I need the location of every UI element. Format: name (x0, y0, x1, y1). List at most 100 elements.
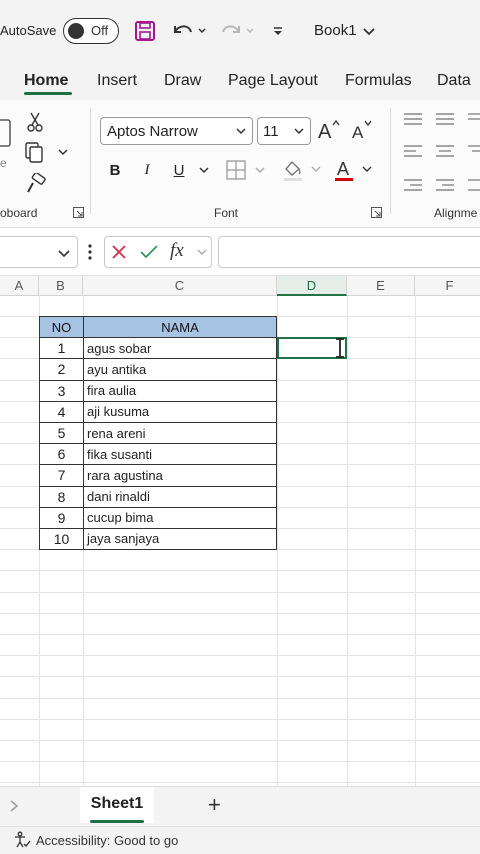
autosave-toggle[interactable]: Off (63, 18, 119, 44)
cell-nama[interactable]: dani rinaldi (83, 485, 277, 508)
cell-no[interactable]: 7 (39, 464, 84, 487)
worksheet-grid[interactable]: A B C D E F NO NAMA 1 agus sobar 2 ayu anti… (0, 276, 480, 786)
header-no[interactable]: NO (39, 315, 84, 339)
table-row: 10 jaya sanjaya (39, 527, 277, 551)
cell-no[interactable]: 9 (39, 506, 84, 529)
row-gridline (0, 761, 480, 762)
fill-color-icon[interactable] (280, 156, 324, 184)
cancel-icon[interactable] (108, 240, 130, 264)
more-options-icon[interactable] (84, 240, 96, 264)
workbook-title[interactable]: Book1 (314, 22, 357, 39)
cell-nama[interactable]: rara agustina (83, 464, 277, 487)
font-name-value: Aptos Narrow (107, 123, 198, 140)
column-header-c[interactable]: C (83, 276, 277, 296)
font-color-icon[interactable]: A (330, 156, 374, 184)
cell-nama[interactable]: rena areni (83, 421, 277, 445)
accessibility-icon[interactable] (12, 830, 32, 850)
text-cursor-icon (333, 338, 347, 363)
add-sheet-button[interactable]: + (208, 792, 221, 818)
table-row: 9 cucup bima (39, 506, 277, 529)
italic-button[interactable]: I (136, 158, 158, 182)
table-body: 1 agus sobar 2 ayu antika 3 fira aulia 4 aji ku… (39, 337, 277, 551)
active-tab-indicator (24, 92, 72, 95)
decrease-font-size-icon[interactable]: A (350, 116, 376, 144)
font-launcher-icon[interactable] (370, 206, 382, 218)
borders-icon[interactable] (224, 158, 268, 182)
col-gridline (415, 296, 416, 786)
font-group-label: Font (214, 206, 239, 220)
table-row: 4 aji kusuma (39, 400, 277, 423)
increase-font-size-icon[interactable]: A (316, 116, 342, 144)
clipboard-group-label: oboard (0, 206, 38, 220)
cell-no[interactable]: 1 (39, 337, 84, 360)
chevron-down-icon[interactable] (360, 18, 378, 44)
bold-button[interactable]: B (104, 158, 126, 182)
save-icon[interactable] (132, 18, 158, 44)
autosave-label: AutoSave (0, 23, 57, 38)
column-header-b[interactable]: B (39, 276, 83, 296)
redo-icon[interactable] (216, 18, 258, 44)
cell-nama[interactable]: agus sobar (83, 337, 277, 360)
cell-nama[interactable]: fira aulia (83, 379, 277, 402)
undo-icon[interactable] (168, 18, 210, 44)
autosave-state: Off (91, 23, 109, 38)
cell-no[interactable]: 2 (39, 358, 84, 381)
row-gridline (0, 592, 480, 593)
cell-nama[interactable]: jaya sanjaya (83, 527, 277, 551)
column-header-a[interactable]: A (0, 276, 39, 296)
tab-insert[interactable]: Insert (97, 72, 137, 90)
chevron-down-icon[interactable] (196, 160, 212, 180)
column-header-d[interactable]: D (277, 276, 347, 296)
customize-toolbar-icon[interactable] (268, 18, 288, 44)
table-row: 3 fira aulia (39, 379, 277, 402)
cell-no[interactable]: 5 (39, 421, 84, 445)
alignment-group-label: Alignme (434, 206, 478, 220)
chevron-down-icon[interactable] (194, 244, 210, 260)
cell-no[interactable]: 6 (39, 443, 84, 466)
font-size-select[interactable]: 11 (257, 117, 311, 145)
header-nama[interactable]: NAMA (83, 315, 277, 339)
tab-page-layout[interactable]: Page Layout (228, 72, 318, 90)
sheet-tab-sheet1[interactable]: Sheet1 (80, 787, 154, 823)
toggle-knob (68, 23, 84, 39)
column-header-f[interactable]: F (415, 276, 480, 296)
row-gridline (0, 570, 480, 571)
cell-nama[interactable]: ayu antika (83, 358, 277, 381)
name-box[interactable] (0, 236, 78, 268)
tab-draw[interactable]: Draw (164, 72, 201, 90)
tab-formulas[interactable]: Formulas (345, 72, 412, 90)
paste-icon[interactable] (0, 114, 14, 154)
row-gridline (0, 655, 480, 656)
underline-button[interactable]: U (168, 158, 190, 182)
format-painter-icon[interactable] (24, 172, 48, 196)
paste-label-fragment: e (0, 156, 7, 170)
row-gridline (0, 676, 480, 677)
column-header-e[interactable]: E (347, 276, 415, 296)
chevron-down-icon (236, 128, 246, 135)
enter-check-icon[interactable] (138, 240, 160, 264)
copy-icon[interactable] (22, 140, 70, 166)
insert-function-button[interactable]: fx (170, 240, 184, 262)
cell-no[interactable]: 8 (39, 485, 84, 508)
cell-nama[interactable]: fika susanti (83, 443, 277, 466)
formula-input[interactable] (218, 236, 480, 268)
alignment-icons[interactable] (400, 108, 480, 200)
cell-no[interactable]: 10 (39, 527, 84, 551)
col-gridline (277, 296, 278, 786)
tab-data[interactable]: Data (437, 72, 471, 90)
cell-nama[interactable]: cucup bima (83, 506, 277, 529)
font-name-select[interactable]: Aptos Narrow (100, 117, 253, 145)
row-gridline (0, 698, 480, 699)
group-separator (390, 108, 391, 214)
clipboard-launcher-icon[interactable] (72, 206, 84, 218)
cell-no[interactable]: 4 (39, 400, 84, 423)
accessibility-status: Accessibility: Good to go (36, 833, 179, 848)
cut-icon[interactable] (24, 110, 46, 134)
scroll-sheets-icon[interactable] (6, 797, 22, 815)
cell-no[interactable]: 3 (39, 379, 84, 402)
cell-nama[interactable]: aji kusuma (83, 400, 277, 423)
tab-home[interactable]: Home (24, 72, 68, 90)
svg-text:A: A (352, 123, 364, 142)
table-row: 6 fika susanti (39, 443, 277, 466)
table-header-row: NO NAMA (39, 315, 277, 339)
